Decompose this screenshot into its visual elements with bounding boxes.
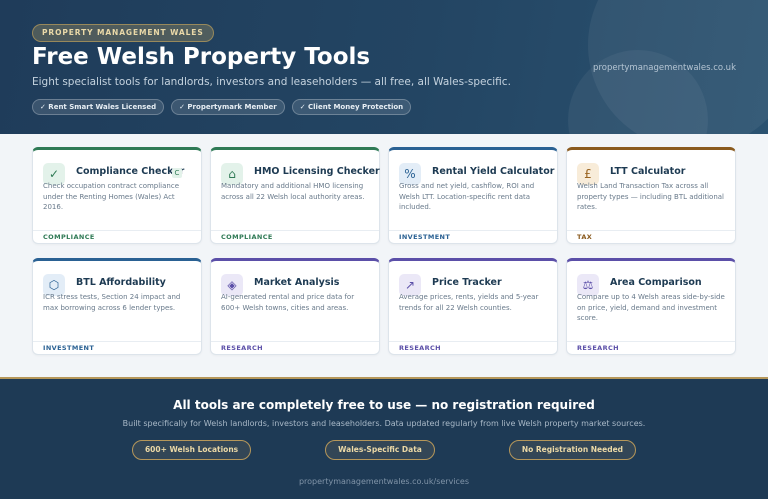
tool-card-hmo-licensing[interactable]: ⌂ HMO Licensing Checker Mandatory and ad… — [210, 147, 380, 244]
tool-title: Rental Yield Calculator — [432, 166, 555, 177]
tool-title: Area Comparison — [610, 277, 702, 288]
tool-card-market-analysis[interactable]: ◈ Market Analysis AI-generated rental an… — [210, 258, 380, 355]
tool-description: Average prices, rents, yields and 5-year… — [399, 293, 539, 312]
tool-category: TAX — [567, 230, 735, 243]
tool-title: BTL Affordability — [76, 277, 166, 288]
feature-pills: 600+ Welsh Locations Wales-Specific Data… — [0, 440, 768, 460]
tool-title: LTT Calculator — [610, 166, 686, 177]
pill-no-registration: No Registration Needed — [508, 440, 637, 460]
site-link[interactable]: propertymanagementwales.co.uk — [593, 63, 736, 73]
tool-title: Price Tracker — [432, 277, 502, 288]
hero-banner: PROPERTY MANAGEMENT WALES Free Welsh Pro… — [0, 0, 768, 134]
tool-card-ltt-calculator[interactable]: £ LTT Calculator Welsh Land Transaction … — [566, 147, 736, 244]
tool-description: AI-generated rental and price data for 6… — [221, 293, 355, 312]
badge-rent-smart: ✓ Rent Smart Wales Licensed — [32, 99, 165, 115]
tool-tag: C — [172, 168, 182, 178]
page-subtitle: Eight specialist tools for landlords, in… — [32, 76, 511, 88]
tool-card-compliance-checker[interactable]: ✓ Compliance Checker C Check occupation … — [32, 147, 202, 244]
footer-banner: All tools are completely free to use — n… — [0, 377, 768, 499]
tool-description: Gross and net yield, cashflow, ROI and W… — [399, 182, 535, 211]
badge-client-money: ✓ Client Money Protection — [291, 99, 412, 115]
tool-title: HMO Licensing Checker — [254, 166, 380, 177]
tool-category: RESEARCH — [567, 341, 735, 354]
services-link[interactable]: propertymanagementwales.co.uk/services — [0, 477, 768, 486]
pill-wales-data: Wales-Specific Data — [325, 440, 435, 460]
trust-badges: ✓ Rent Smart Wales Licensed ✓ Propertyma… — [32, 99, 412, 115]
tools-grid: ✓ Compliance Checker C Check occupation … — [32, 147, 736, 355]
tool-card-btl-affordability[interactable]: ⬡ BTL Affordability ICR stress tests, Se… — [32, 258, 202, 355]
page-title: Free Welsh Property Tools — [32, 44, 371, 70]
tool-description: Compare up to 4 Welsh areas side-by-side… — [577, 293, 725, 322]
footer-subtitle: Built specifically for Welsh landlords, … — [122, 419, 646, 428]
pill-welsh-locations: 600+ Welsh Locations — [131, 440, 252, 460]
tool-description: Welsh Land Transaction Tax across all pr… — [577, 182, 724, 211]
tool-category: INVESTMENT — [389, 230, 557, 243]
badge-propertymark: ✓ Propertymark Member — [171, 99, 285, 115]
tool-category: RESEARCH — [389, 341, 557, 354]
tool-title: Compliance Checker — [76, 166, 185, 177]
tool-category: COMPLIANCE — [33, 230, 201, 243]
tool-category: COMPLIANCE — [211, 230, 379, 243]
tool-category: RESEARCH — [211, 341, 379, 354]
tool-category: INVESTMENT — [33, 341, 201, 354]
tool-card-rental-yield[interactable]: % Rental Yield Calculator Gross and net … — [388, 147, 558, 244]
tool-description: Check occupation contract compliance und… — [43, 182, 180, 211]
footer-title: All tools are completely free to use — n… — [173, 398, 595, 412]
tool-card-area-comparison[interactable]: ⚖ Area Comparison Compare up to 4 Welsh … — [566, 258, 736, 355]
tool-card-price-tracker[interactable]: ↗ Price Tracker Average prices, rents, y… — [388, 258, 558, 355]
tool-title: Market Analysis — [254, 277, 340, 288]
brand-kicker: PROPERTY MANAGEMENT WALES — [32, 24, 214, 42]
tool-description: ICR stress tests, Section 24 impact and … — [43, 293, 181, 312]
tool-description: Mandatory and additional HMO licensing a… — [221, 182, 365, 201]
